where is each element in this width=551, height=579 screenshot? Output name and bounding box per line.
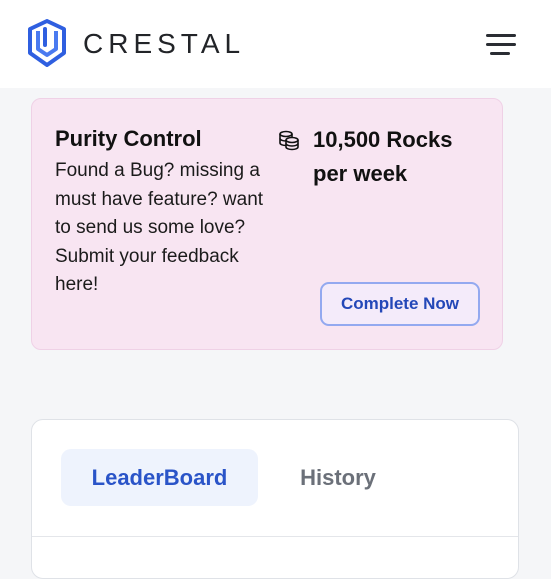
task-description: Found a Bug? missing a must have feature…: [55, 160, 264, 295]
leaderboard-panel: LeaderBoard History: [31, 419, 519, 579]
coins-stack-icon: [279, 130, 299, 151]
panel-divider: [32, 536, 518, 537]
brand-name[interactable]: CRESTAL: [83, 28, 245, 60]
task-title: Purity Control: [55, 126, 202, 151]
tab-history[interactable]: History: [280, 449, 396, 506]
top-header: CRESTAL: [0, 0, 551, 88]
complete-now-button[interactable]: Complete Now: [320, 282, 480, 326]
hamburger-menu-icon[interactable]: [486, 32, 516, 56]
reward-amount: 10,500 Rocks per week: [313, 127, 453, 186]
tab-leaderboard[interactable]: LeaderBoard: [61, 449, 258, 506]
task-card: Purity Control Found a Bug? missing a mu…: [31, 98, 503, 350]
crestal-logo-icon[interactable]: [27, 19, 67, 67]
